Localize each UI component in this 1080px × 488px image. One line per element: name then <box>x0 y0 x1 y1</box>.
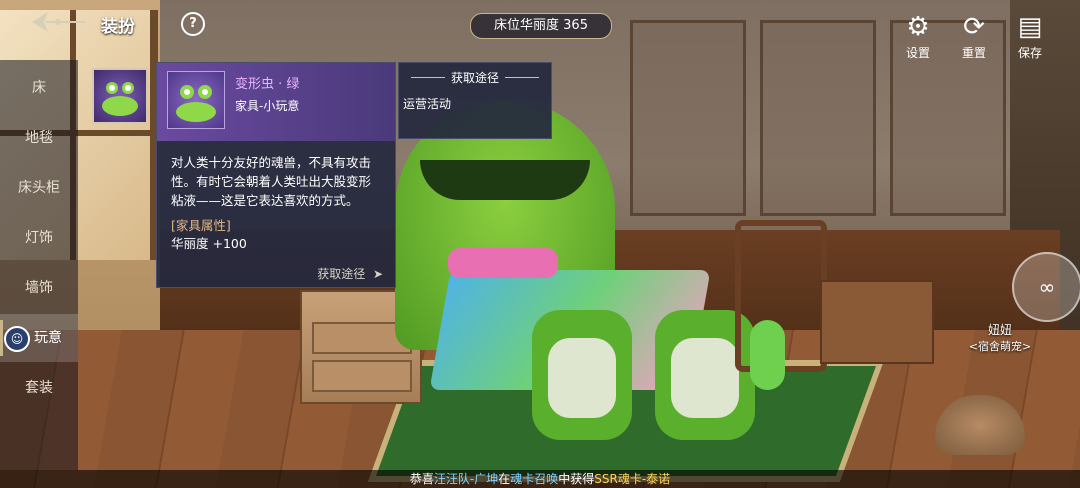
save-button[interactable]: ▤ 保存 <box>1010 12 1050 61</box>
settings-button[interactable]: ⚙ 设置 <box>898 12 938 61</box>
selected-item-thumbnail[interactable] <box>92 68 148 124</box>
source-item[interactable]: 运营活动 <box>403 95 451 112</box>
ticker-prefix: 恭喜 <box>409 472 434 486</box>
source-panel: 获取途径 运营活动 <box>398 62 552 139</box>
luxury-score-badge: 床位华丽度 365 <box>470 13 612 39</box>
attribute-header: [家具属性] <box>171 218 231 233</box>
source-link[interactable]: 获取途径 ➤ <box>317 265 383 282</box>
pet-title: <宿舍萌宠> <box>968 340 1032 353</box>
bed-foot-left <box>532 310 632 440</box>
ticker-event: 魂卡召唤 <box>510 472 559 486</box>
toy-category-icon: ☺ <box>4 326 30 352</box>
reset-icon: ⟳ <box>963 12 985 42</box>
sidebar-item-sets[interactable]: 套装 <box>0 364 78 412</box>
item-detail-card: 变形虫 · 绿 家具-小玩意 对人类十分友好的魂兽，不具有攻击性。有时它会朝着人… <box>156 62 396 288</box>
attribute-luxury: 华丽度 +100 <box>171 236 247 251</box>
slime-toy[interactable] <box>750 320 785 390</box>
slime-icon <box>176 85 216 122</box>
source-panel-title: 获取途径 <box>399 69 551 86</box>
pet-interact-button[interactable]: ∞ <box>1012 252 1080 322</box>
desk[interactable] <box>820 280 934 364</box>
help-icon[interactable]: ? <box>181 12 205 36</box>
ticker-mid2: 中获得 <box>558 472 595 486</box>
item-card-header: 变形虫 · 绿 家具-小玩意 <box>157 63 395 141</box>
ticker-player: 汪汪队-广坤 <box>433 472 499 486</box>
slime-icon <box>102 82 138 116</box>
item-category: 家具-小玩意 <box>235 99 300 113</box>
dino-bed-mouth <box>420 160 590 200</box>
ticker-mid1: 在 <box>498 472 511 486</box>
category-sidebar: 床 地毯 床头柜 灯饰 墙饰 ☺ 玩意 套装 <box>0 60 78 470</box>
announcement-ticker: 恭喜汪汪队-广坤在魂卡召唤中获得SSR魂卡-泰诺 <box>0 470 1080 488</box>
reset-label: 重置 <box>961 46 986 60</box>
save-label: 保存 <box>1017 46 1042 60</box>
item-description: 对人类十分友好的魂兽，不具有攻击性。有时它会朝着人类吐出大股变形粘液——这是它表… <box>171 155 372 208</box>
page-title: 装扮 <box>101 17 135 37</box>
pet-name: 妞妞 <box>987 323 1012 337</box>
arrow-right-icon: ➤ <box>369 267 383 281</box>
save-icon: ▤ <box>1017 12 1043 42</box>
sidebar-item-bed[interactable]: 床 <box>0 64 78 112</box>
item-image <box>167 71 225 129</box>
gear-icon: ⚙ <box>906 12 930 42</box>
sidebar-item-nightstand[interactable]: 床头柜 <box>0 164 78 212</box>
back-icon[interactable] <box>28 8 88 36</box>
sidebar-item-wall-decor[interactable]: 墙饰 <box>0 264 78 312</box>
sidebar-item-lamp[interactable]: 灯饰 <box>0 214 78 262</box>
paw-icon: ∞ <box>1038 275 1056 299</box>
sidebar-item-toys[interactable]: ☺ 玩意 <box>0 314 78 362</box>
reset-button[interactable]: ⟳ 重置 <box>954 12 994 61</box>
ticker-reward: SSR魂卡-泰诺 <box>594 472 671 486</box>
source-link-label: 获取途径 <box>317 267 366 281</box>
sidebar-item-carpet[interactable]: 地毯 <box>0 114 78 162</box>
item-name: 变形虫 · 绿 <box>235 77 300 92</box>
settings-label: 设置 <box>905 46 930 60</box>
pillow <box>448 248 558 278</box>
sidebar-item-toys-label: 玩意 <box>34 330 62 346</box>
